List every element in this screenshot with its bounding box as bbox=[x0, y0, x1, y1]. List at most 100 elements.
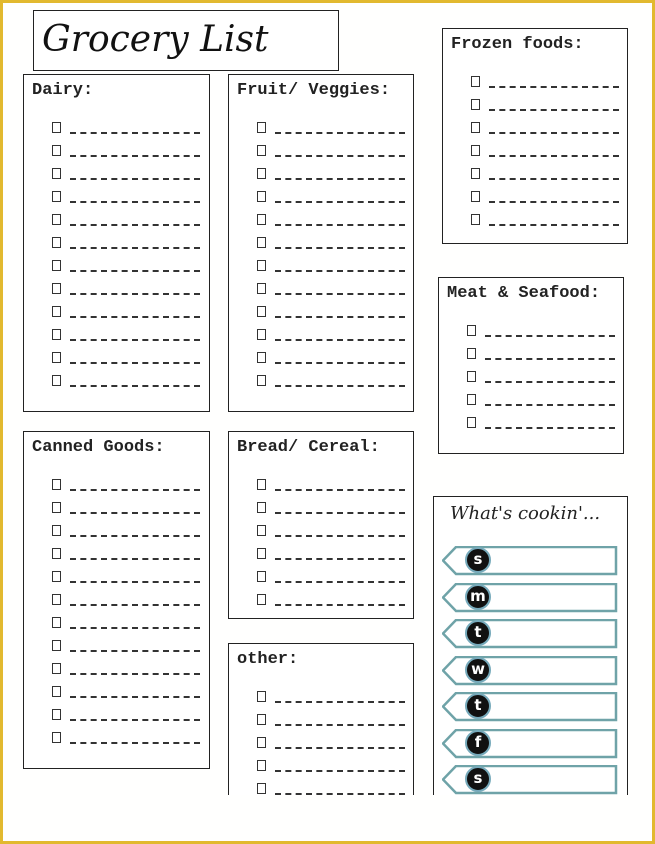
checkbox[interactable] bbox=[471, 99, 480, 110]
write-in-line[interactable] bbox=[70, 339, 200, 341]
write-in-line[interactable] bbox=[70, 535, 200, 537]
checkbox[interactable] bbox=[52, 640, 61, 651]
checkbox[interactable] bbox=[257, 352, 266, 363]
checkbox[interactable] bbox=[52, 329, 61, 340]
write-in-line[interactable] bbox=[70, 178, 200, 180]
write-in-line[interactable] bbox=[70, 650, 200, 652]
checkbox[interactable] bbox=[257, 122, 266, 133]
checkbox[interactable] bbox=[467, 371, 476, 382]
write-in-line[interactable] bbox=[275, 339, 405, 341]
checkbox[interactable] bbox=[467, 325, 476, 336]
checkbox[interactable] bbox=[257, 237, 266, 248]
day-tag[interactable]: f bbox=[442, 728, 618, 758]
write-in-line[interactable] bbox=[70, 362, 200, 364]
checkbox[interactable] bbox=[471, 214, 480, 225]
checkbox[interactable] bbox=[471, 122, 480, 133]
checkbox[interactable] bbox=[257, 783, 266, 794]
checkbox[interactable] bbox=[52, 306, 61, 317]
write-in-line[interactable] bbox=[489, 155, 619, 157]
write-in-line[interactable] bbox=[275, 489, 405, 491]
checkbox[interactable] bbox=[52, 479, 61, 490]
checkbox[interactable] bbox=[52, 375, 61, 386]
checkbox[interactable] bbox=[257, 283, 266, 294]
write-in-line[interactable] bbox=[70, 719, 200, 721]
write-in-line[interactable] bbox=[485, 427, 615, 429]
write-in-line[interactable] bbox=[489, 201, 619, 203]
write-in-line[interactable] bbox=[70, 673, 200, 675]
write-in-line[interactable] bbox=[70, 512, 200, 514]
write-in-line[interactable] bbox=[70, 155, 200, 157]
day-tag[interactable]: w bbox=[442, 655, 618, 685]
write-in-line[interactable] bbox=[70, 558, 200, 560]
checkbox[interactable] bbox=[257, 260, 266, 271]
write-in-line[interactable] bbox=[275, 224, 405, 226]
write-in-line[interactable] bbox=[275, 178, 405, 180]
checkbox[interactable] bbox=[52, 548, 61, 559]
write-in-line[interactable] bbox=[275, 201, 405, 203]
write-in-line[interactable] bbox=[70, 224, 200, 226]
write-in-line[interactable] bbox=[275, 155, 405, 157]
checkbox[interactable] bbox=[257, 525, 266, 536]
write-in-line[interactable] bbox=[70, 581, 200, 583]
write-in-line[interactable] bbox=[70, 489, 200, 491]
checkbox[interactable] bbox=[257, 571, 266, 582]
write-in-line[interactable] bbox=[275, 132, 405, 134]
checkbox[interactable] bbox=[257, 168, 266, 179]
write-in-line[interactable] bbox=[275, 512, 405, 514]
write-in-line[interactable] bbox=[485, 358, 615, 360]
write-in-line[interactable] bbox=[275, 247, 405, 249]
write-in-line[interactable] bbox=[70, 627, 200, 629]
write-in-line[interactable] bbox=[275, 558, 405, 560]
checkbox[interactable] bbox=[52, 594, 61, 605]
day-tag[interactable]: s bbox=[442, 765, 618, 795]
write-in-line[interactable] bbox=[275, 581, 405, 583]
checkbox[interactable] bbox=[52, 686, 61, 697]
write-in-line[interactable] bbox=[485, 335, 615, 337]
checkbox[interactable] bbox=[52, 260, 61, 271]
checkbox[interactable] bbox=[52, 525, 61, 536]
checkbox[interactable] bbox=[257, 502, 266, 513]
write-in-line[interactable] bbox=[275, 535, 405, 537]
checkbox[interactable] bbox=[257, 329, 266, 340]
checkbox[interactable] bbox=[467, 394, 476, 405]
checkbox[interactable] bbox=[257, 594, 266, 605]
write-in-line[interactable] bbox=[485, 381, 615, 383]
write-in-line[interactable] bbox=[485, 404, 615, 406]
write-in-line[interactable] bbox=[275, 770, 405, 772]
write-in-line[interactable] bbox=[489, 86, 619, 88]
checkbox[interactable] bbox=[471, 168, 480, 179]
checkbox[interactable] bbox=[257, 479, 266, 490]
write-in-line[interactable] bbox=[275, 747, 405, 749]
checkbox[interactable] bbox=[257, 714, 266, 725]
write-in-line[interactable] bbox=[275, 316, 405, 318]
checkbox[interactable] bbox=[52, 617, 61, 628]
checkbox[interactable] bbox=[471, 145, 480, 156]
write-in-line[interactable] bbox=[275, 724, 405, 726]
write-in-line[interactable] bbox=[70, 201, 200, 203]
checkbox[interactable] bbox=[257, 691, 266, 702]
checkbox[interactable] bbox=[471, 76, 480, 87]
checkbox[interactable] bbox=[52, 502, 61, 513]
write-in-line[interactable] bbox=[70, 270, 200, 272]
day-tag[interactable]: s bbox=[442, 546, 618, 576]
checkbox[interactable] bbox=[257, 760, 266, 771]
write-in-line[interactable] bbox=[275, 270, 405, 272]
write-in-line[interactable] bbox=[70, 696, 200, 698]
checkbox[interactable] bbox=[257, 145, 266, 156]
write-in-line[interactable] bbox=[275, 604, 405, 606]
day-tag[interactable]: t bbox=[442, 619, 618, 649]
checkbox[interactable] bbox=[257, 306, 266, 317]
checkbox[interactable] bbox=[52, 122, 61, 133]
checkbox[interactable] bbox=[52, 283, 61, 294]
write-in-line[interactable] bbox=[489, 224, 619, 226]
checkbox[interactable] bbox=[52, 732, 61, 743]
write-in-line[interactable] bbox=[489, 178, 619, 180]
write-in-line[interactable] bbox=[70, 316, 200, 318]
checkbox[interactable] bbox=[52, 663, 61, 674]
checkbox[interactable] bbox=[52, 237, 61, 248]
write-in-line[interactable] bbox=[70, 385, 200, 387]
checkbox[interactable] bbox=[52, 214, 61, 225]
checkbox[interactable] bbox=[257, 548, 266, 559]
checkbox[interactable] bbox=[257, 214, 266, 225]
checkbox[interactable] bbox=[467, 417, 476, 428]
